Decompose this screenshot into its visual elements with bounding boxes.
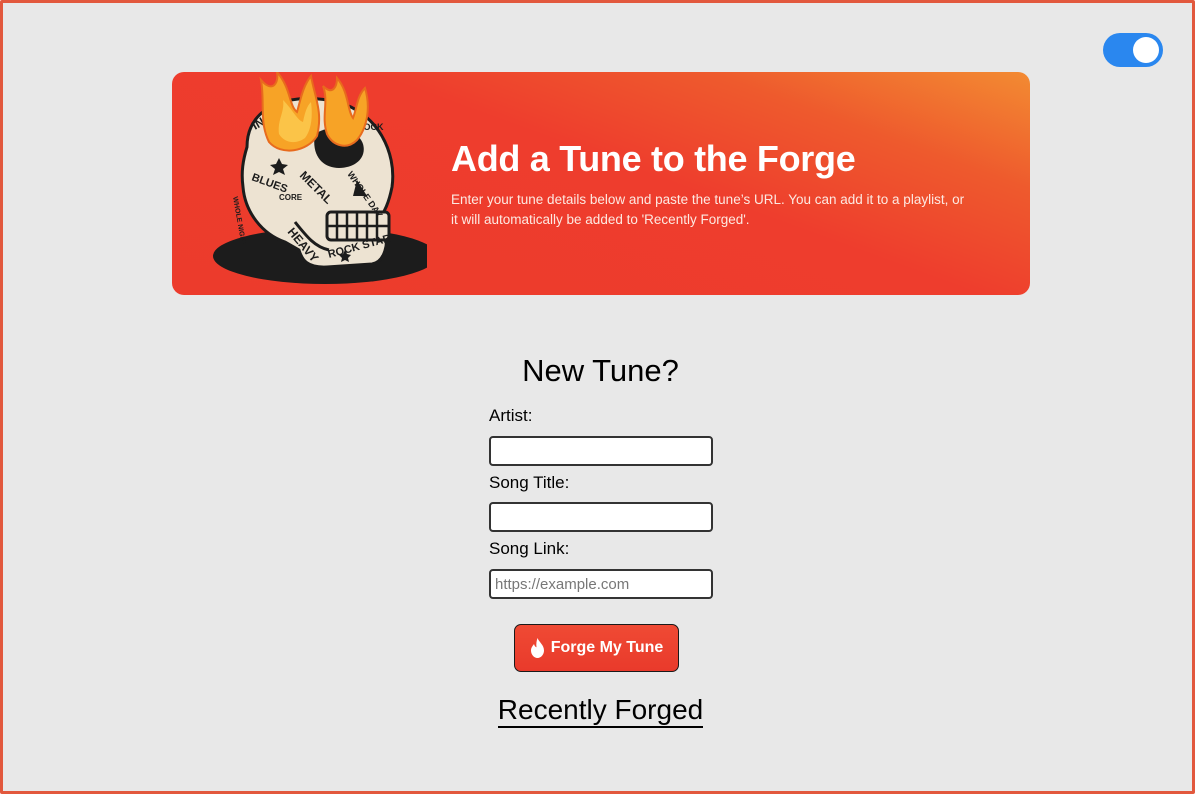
form-title: New Tune?	[522, 353, 679, 388]
flame-icon	[530, 638, 544, 658]
recently-forged-title: Recently Forged	[497, 694, 704, 728]
song-link-label: Song Link:	[489, 539, 570, 558]
toggle-knob	[1133, 37, 1159, 63]
forge-button-label: Forge My Tune	[550, 639, 664, 656]
theme-toggle[interactable]	[1103, 33, 1163, 67]
svg-text:CORE: CORE	[279, 193, 303, 202]
artist-input[interactable]	[489, 436, 713, 466]
app-window: INDIE ROCK BLUES METAL WHOLE DAY HEAVY R…	[0, 0, 1195, 794]
song-title-label: Song Title:	[489, 473, 570, 492]
artist-label: Artist:	[489, 406, 533, 425]
hero-title: Add a Tune to the Forge	[451, 138, 856, 179]
recently-forged-heading: Recently Forged	[3, 694, 1192, 728]
flaming-skull-illustration: INDIE ROCK BLUES METAL WHOLE DAY HEAVY R…	[213, 72, 427, 284]
song-link-input[interactable]	[489, 569, 713, 599]
hero-banner: INDIE ROCK BLUES METAL WHOLE DAY HEAVY R…	[172, 72, 1030, 295]
hero-description: Enter your tune details below and paste …	[451, 192, 965, 227]
forge-my-tune-button[interactable]: Forge My Tune	[514, 624, 679, 672]
song-title-input[interactable]	[489, 502, 713, 532]
svg-text:WHOLE NIGHT: WHOLE NIGHT	[231, 196, 247, 247]
